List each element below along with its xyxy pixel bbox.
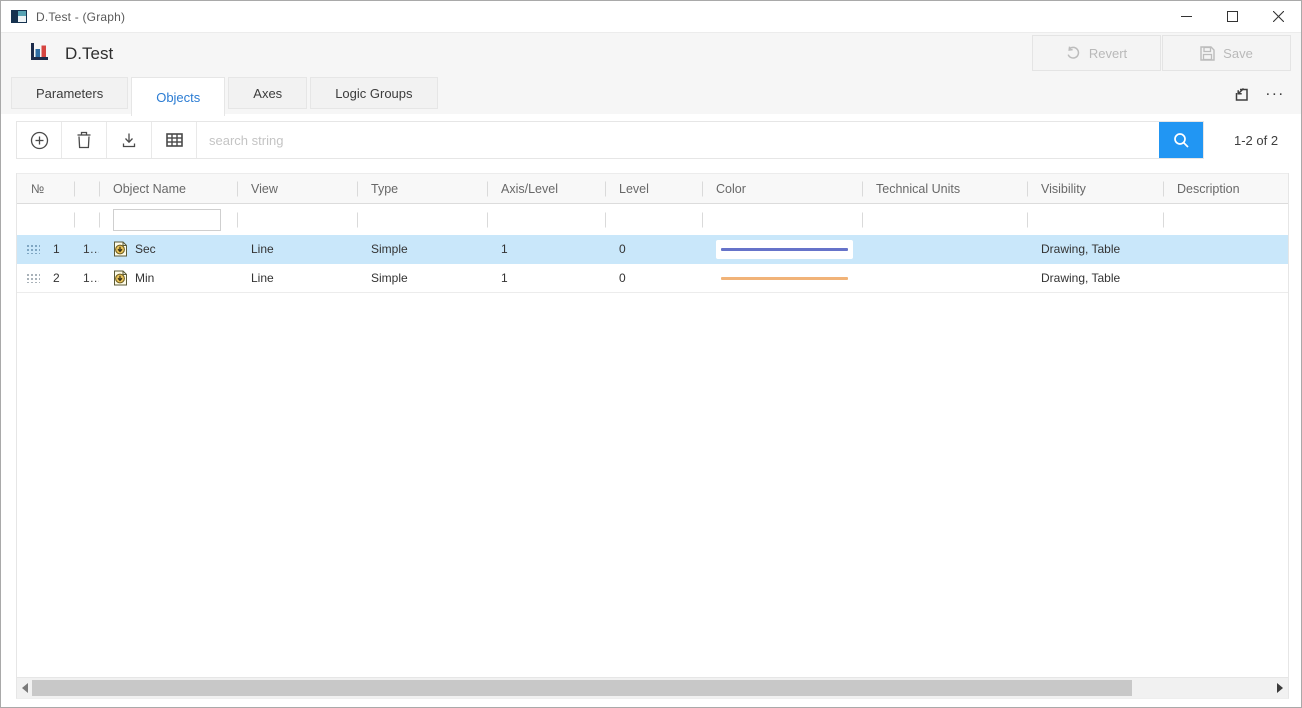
grid-header-row: № Object Name View Type Axis/Level Level… xyxy=(17,173,1288,204)
maximize-button[interactable] xyxy=(1209,1,1255,32)
search-input[interactable] xyxy=(197,122,1159,158)
object-technical-units xyxy=(862,235,1027,263)
column-header-num[interactable]: № xyxy=(17,174,74,203)
search-button[interactable] xyxy=(1159,122,1203,158)
object-visibility: Drawing, Table xyxy=(1027,264,1163,292)
column-settings-button[interactable] xyxy=(152,122,197,158)
close-button[interactable] xyxy=(1255,1,1301,32)
table-row-min[interactable]: 2 1… Min Line Simple 1 0 xyxy=(17,264,1288,293)
revert-label: Revert xyxy=(1089,46,1127,61)
object-view: Line xyxy=(237,235,357,263)
tab-logic-groups[interactable]: Logic Groups xyxy=(310,77,437,109)
object-description xyxy=(1163,264,1288,292)
column-header-view[interactable]: View xyxy=(237,174,357,203)
chart-icon xyxy=(31,43,51,65)
drag-handle-icon[interactable] xyxy=(26,244,40,254)
app-window: D.Test - (Graph) D.Test xyxy=(0,0,1302,708)
save-icon xyxy=(1200,46,1215,61)
object-axis-level: 1 xyxy=(487,264,605,292)
object-level: 0 xyxy=(605,235,702,263)
import-button[interactable] xyxy=(107,122,152,158)
tab-bar: Parameters Objects Axes Logic Groups ... xyxy=(1,75,1301,114)
save-button[interactable]: Save xyxy=(1162,35,1291,71)
table-icon xyxy=(166,133,183,147)
export-icon[interactable] xyxy=(1233,86,1250,103)
column-header-color[interactable]: Color xyxy=(702,174,862,203)
trash-icon xyxy=(76,131,92,149)
window-title: D.Test - (Graph) xyxy=(36,10,125,24)
tab-parameters[interactable]: Parameters xyxy=(11,77,128,109)
column-header-id[interactable] xyxy=(74,174,99,203)
app-header: D.Test Revert Save xyxy=(1,33,1301,75)
grid-toolbar xyxy=(16,121,1204,159)
delete-object-button[interactable] xyxy=(62,122,107,158)
column-header-visibility[interactable]: Visibility xyxy=(1027,174,1163,203)
more-options-icon[interactable]: ... xyxy=(1266,86,1285,104)
object-name: Min xyxy=(135,271,154,285)
grid-filter-row xyxy=(17,204,1288,235)
save-label: Save xyxy=(1223,46,1253,61)
object-technical-units xyxy=(862,264,1027,292)
object-view: Line xyxy=(237,264,357,292)
row-id: 1… xyxy=(74,264,99,292)
scroll-right-icon[interactable] xyxy=(1272,678,1288,698)
column-header-axis-level[interactable]: Axis/Level xyxy=(487,174,605,203)
scroll-left-icon[interactable] xyxy=(17,678,33,698)
object-level: 0 xyxy=(605,264,702,292)
revert-button[interactable]: Revert xyxy=(1032,35,1161,71)
object-description xyxy=(1163,235,1288,263)
objects-grid: № Object Name View Type Axis/Level Level… xyxy=(16,173,1289,699)
scrollbar-thumb[interactable] xyxy=(32,680,1132,696)
row-id: 1… xyxy=(74,235,99,263)
color-swatch[interactable] xyxy=(716,240,853,259)
add-object-button[interactable] xyxy=(17,122,62,158)
row-number: 1 xyxy=(53,242,60,256)
search-icon xyxy=(1173,132,1190,149)
column-header-description[interactable]: Description xyxy=(1163,174,1288,203)
object-name: Sec xyxy=(135,242,156,256)
parameter-doc-icon xyxy=(113,270,128,286)
column-header-level[interactable]: Level xyxy=(605,174,702,203)
revert-icon xyxy=(1066,46,1081,60)
drag-handle-icon[interactable] xyxy=(26,273,40,283)
object-name-filter-input[interactable] xyxy=(113,209,221,231)
tab-axes[interactable]: Axes xyxy=(228,77,307,109)
column-header-technical-units[interactable]: Technical Units xyxy=(862,174,1027,203)
window-app-icon xyxy=(11,10,27,23)
color-swatch[interactable] xyxy=(716,269,853,288)
horizontal-scrollbar[interactable] xyxy=(17,677,1288,698)
parameter-doc-icon xyxy=(113,241,128,257)
tab-objects[interactable]: Objects xyxy=(131,77,225,116)
object-type: Simple xyxy=(357,235,487,263)
table-row-sec[interactable]: 1 1… Sec Line Simple 1 0 xyxy=(17,235,1288,264)
titlebar: D.Test - (Graph) xyxy=(1,1,1301,33)
download-icon xyxy=(121,132,137,149)
page-title: D.Test xyxy=(65,44,113,64)
column-header-object-name[interactable]: Object Name xyxy=(99,174,237,203)
result-count: 1-2 of 2 xyxy=(1234,133,1278,148)
grid-empty-area xyxy=(17,293,1288,677)
objects-panel: 1-2 of 2 № Object Name View Type Axis/Le… xyxy=(1,114,1301,707)
column-header-type[interactable]: Type xyxy=(357,174,487,203)
minimize-button[interactable] xyxy=(1163,1,1209,32)
object-visibility: Drawing, Table xyxy=(1027,235,1163,263)
add-icon xyxy=(30,131,49,150)
row-number: 2 xyxy=(53,271,60,285)
object-type: Simple xyxy=(357,264,487,292)
object-axis-level: 1 xyxy=(487,235,605,263)
